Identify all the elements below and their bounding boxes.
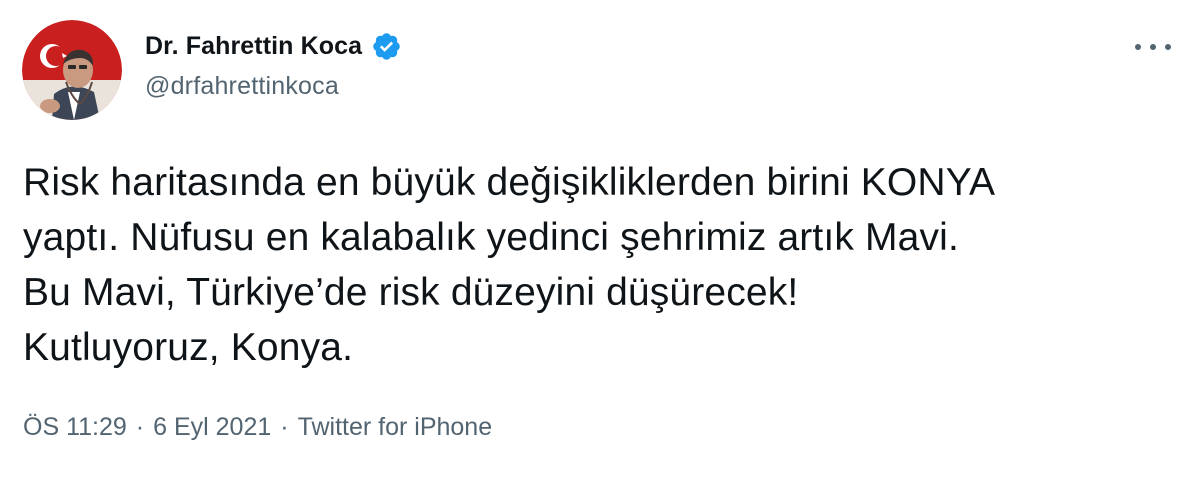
author-name-row: Dr. Fahrettin Koca (145, 28, 402, 64)
meta-separator: · (135, 413, 145, 441)
tweet-text-line: Kutluyoruz, Konya. (23, 326, 354, 369)
avatar-image (22, 20, 122, 120)
author-display-name[interactable]: Dr. Fahrettin Koca (145, 32, 362, 61)
tweet-meta: ÖS 11:29 · 6 Eyl 2021 · Twitter for iPho… (23, 413, 492, 442)
meta-separator: · (280, 413, 289, 441)
author-handle[interactable]: @drfahrettinkoca (145, 72, 339, 101)
more-dot (1165, 44, 1171, 50)
more-options-icon[interactable] (1131, 34, 1175, 60)
more-dot (1150, 44, 1156, 50)
verified-badge-icon (371, 31, 402, 62)
tweet-timestamp[interactable]: ÖS 11:29 (23, 413, 127, 442)
tweet-source[interactable]: Twitter for iPhone (298, 413, 493, 442)
tweet-date[interactable]: 6 Eyl 2021 (153, 413, 271, 442)
tweet-text-line: Risk haritasında en büyük değişikliklerd… (23, 161, 996, 204)
tweet-text-line: yaptı. Nüfusu en kalabalık yedinci şehri… (23, 216, 959, 259)
tweet-text: Risk haritasında en büyük değişikliklerd… (23, 155, 1183, 375)
profile-avatar[interactable] (22, 20, 122, 120)
more-dot (1135, 44, 1141, 50)
tweet-card: Dr. Fahrettin Koca @drfahrettinkoca Risk… (0, 0, 1200, 481)
tweet-text-line: Bu Mavi, Türkiye’de risk düzeyini düşüre… (23, 271, 799, 314)
